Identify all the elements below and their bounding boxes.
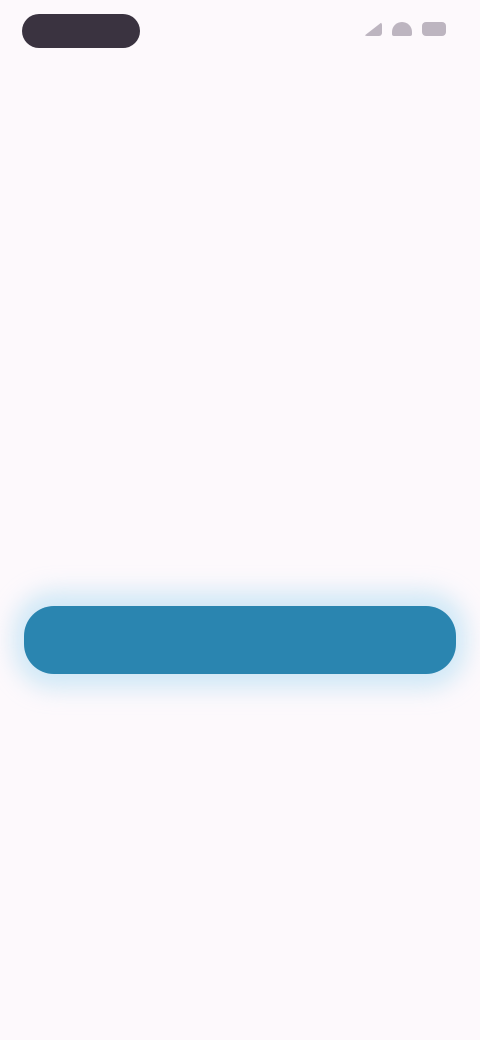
app-screen [0,0,480,1040]
status-bar [0,0,480,64]
signal-icon [364,22,382,36]
message-text [60,439,420,515]
eyebrow-label [170,372,310,394]
primary-cta-button[interactable] [24,606,456,674]
cta-container [14,592,466,688]
wifi-icon [392,22,412,36]
time-pill [22,14,140,48]
status-icons [364,22,446,36]
battery-icon [422,22,446,36]
main-content [0,372,480,515]
